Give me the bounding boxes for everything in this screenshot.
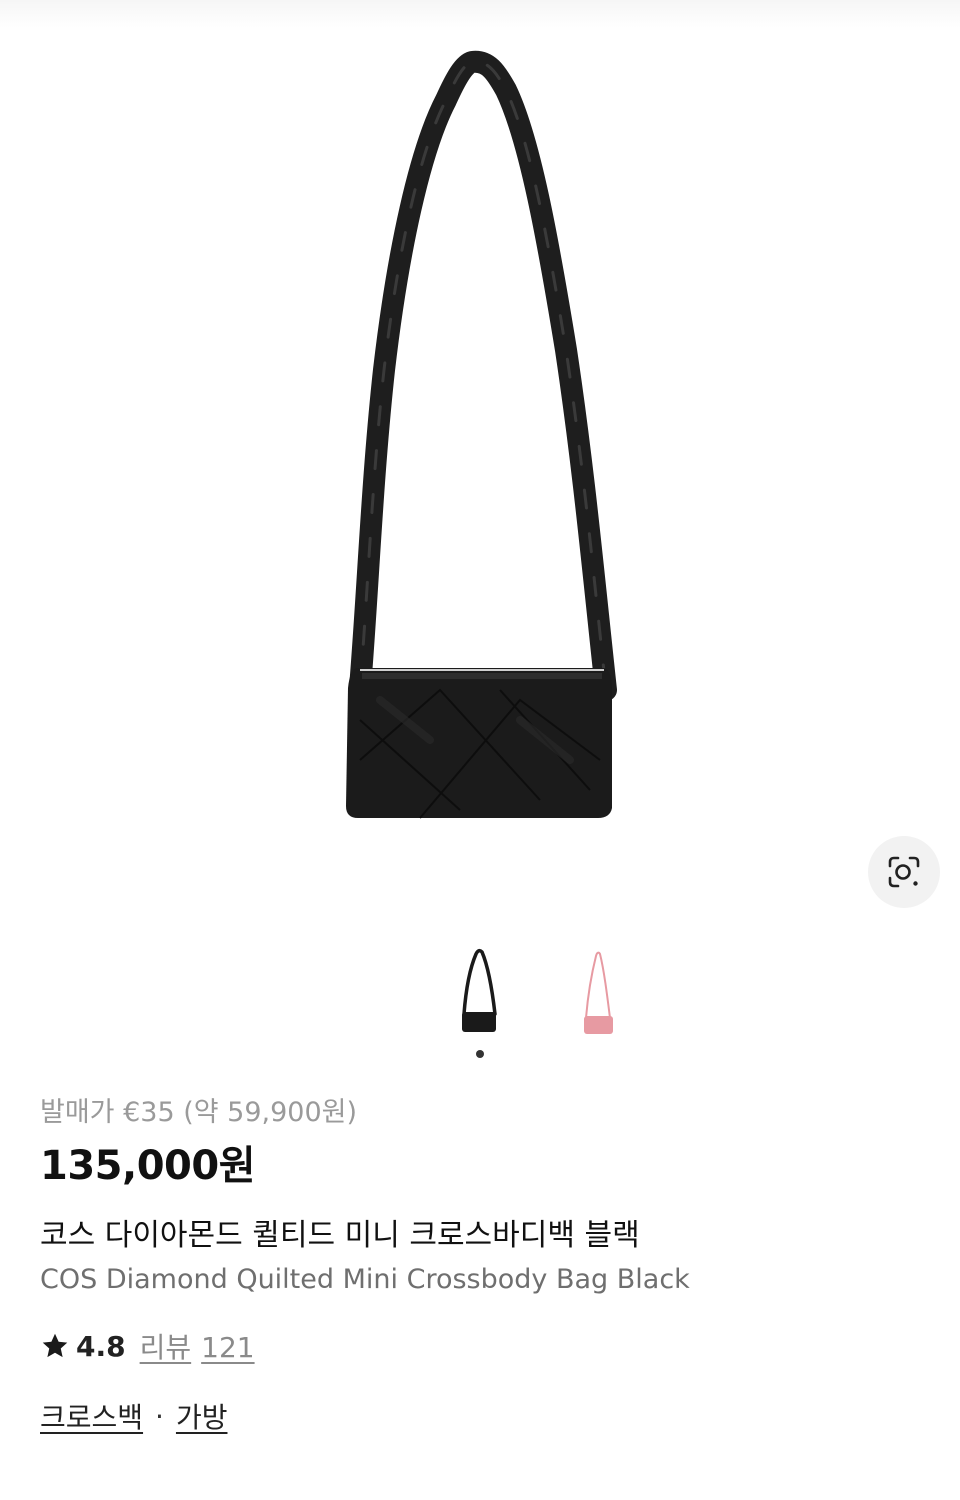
category-link-bag[interactable]: 가방 [176, 1396, 228, 1436]
image-search-icon [888, 856, 920, 888]
review-label: 리뷰 [139, 1331, 192, 1364]
release-price: 발매가 €35 (약 59,900원) [40, 1097, 358, 1128]
thumbnail-pink[interactable] [558, 938, 638, 1038]
category-breadcrumb: 크로스백 · 가방 [40, 1394, 920, 1438]
review-link[interactable]: 리뷰 121 [140, 1326, 255, 1366]
product-name-en: COS Diamond Quilted Mini Crossbody Bag B… [40, 1264, 690, 1295]
rating-row: 4.8 리뷰 121 [40, 1326, 920, 1366]
product-image-gallery[interactable] [0, 0, 960, 920]
product-info: 발매가 €35 (약 59,900원) 135,000원 코스 다이아몬드 퀼티… [40, 1094, 920, 1438]
product-main-image [346, 50, 617, 819]
color-thumbnails [0, 930, 960, 1060]
rating-score: 4.8 [76, 1329, 126, 1363]
review-count: 121 [201, 1331, 255, 1364]
thumbnail-black[interactable] [440, 938, 520, 1038]
category-separator: · [155, 1399, 164, 1433]
product-name-ko: 코스 다이아몬드 퀼티드 미니 크로스바디백 블랙 [40, 1218, 640, 1253]
image-search-button[interactable] [868, 836, 940, 908]
category-link-crossbag[interactable]: 크로스백 [40, 1396, 143, 1436]
current-price: 135,000원 [40, 1143, 256, 1189]
gallery-page-indicator [476, 1050, 484, 1058]
star-icon [42, 1333, 68, 1358]
